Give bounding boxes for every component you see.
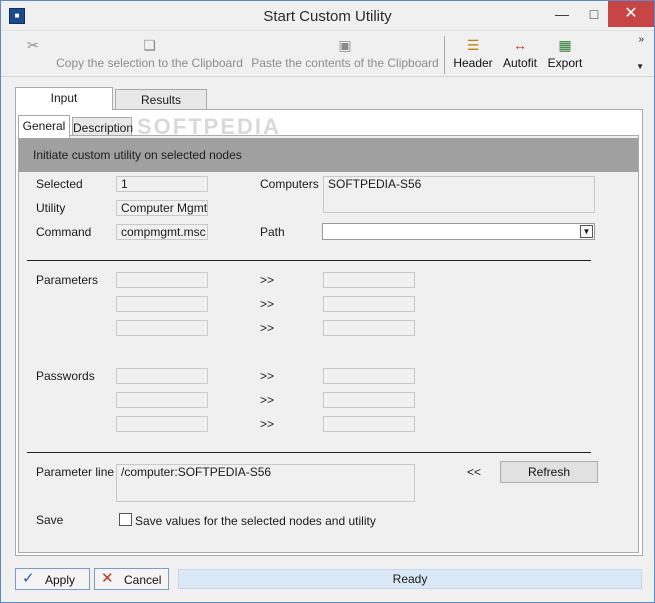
cancel-button[interactable]: ✕ Cancel — [94, 568, 169, 590]
tab-results[interactable]: Results — [115, 89, 207, 110]
close-button[interactable]: ✕ — [608, 1, 654, 27]
copy-icon: ❏ — [143, 37, 156, 53]
chevron-down-icon[interactable]: ▼ — [636, 62, 644, 71]
main-window: ■ Start Custom Utility — □ ✕ ✂ ❏ Copy th… — [0, 0, 655, 603]
paste-button[interactable]: ▣ Paste the contents of the Clipboard — [251, 35, 439, 75]
parameter-input-2[interactable] — [116, 296, 208, 312]
toolbar-separator — [444, 36, 445, 74]
cut-button[interactable]: ✂ — [19, 35, 47, 75]
copy-label: Copy the selection to the Clipboard — [56, 56, 243, 70]
parameter-value-1[interactable] — [323, 272, 415, 288]
autofit-button[interactable]: ↔ Autofit — [499, 35, 541, 75]
password-arrow-1: >> — [260, 369, 275, 383]
watermark-logo: SOFTPEDIA — [137, 114, 281, 139]
cancel-label: Cancel — [124, 573, 162, 587]
utility-label: Utility — [36, 201, 66, 215]
copy-button[interactable]: ❏ Copy the selection to the Clipboard — [56, 35, 243, 75]
parameter-line-field: /computer:SOFTPEDIA-S56 — [116, 464, 415, 502]
save-values-label[interactable]: Save values for the selected nodes and u… — [135, 514, 376, 528]
computers-label: Computers — [260, 177, 319, 191]
passwords-label: Passwords — [36, 369, 95, 383]
scissors-icon: ✂ — [27, 37, 39, 53]
toolbar-overflow-icon[interactable]: » — [638, 34, 644, 45]
parameter-value-3[interactable] — [323, 320, 415, 336]
save-values-checkbox[interactable] — [119, 513, 132, 526]
utility-field: Computer Mgmt — [116, 200, 208, 216]
password-value-3[interactable] — [323, 416, 415, 432]
command-label: Command — [36, 225, 92, 239]
password-arrow-2: >> — [260, 393, 275, 407]
minimize-button[interactable]: — — [546, 1, 578, 27]
path-combobox[interactable]: ▼ — [322, 223, 595, 240]
header-icon: ☰ — [466, 37, 480, 53]
dropdown-arrow-icon[interactable]: ▼ — [580, 225, 593, 238]
parameter-value-2[interactable] — [323, 296, 415, 312]
refresh-button[interactable]: Refresh — [500, 461, 598, 483]
computers-field: SOFTPEDIA-S56 — [323, 176, 595, 213]
checkmark-icon: ✓ — [22, 570, 35, 587]
password-value-2[interactable] — [323, 392, 415, 408]
status-bar: Ready — [178, 569, 642, 589]
apply-button[interactable]: ✓ Apply — [15, 568, 90, 590]
autofit-icon: ↔ — [513, 37, 527, 53]
command-field: compmgmt.msc — [116, 224, 208, 240]
tab-input[interactable]: Input — [15, 87, 113, 110]
header-label: Header — [453, 56, 493, 70]
divider — [27, 260, 591, 261]
parameter-arrow-2: >> — [260, 297, 275, 311]
path-label: Path — [260, 225, 285, 239]
export-icon: ▦ — [558, 37, 572, 53]
save-label: Save — [36, 513, 64, 527]
export-label: Export — [547, 56, 583, 70]
password-value-1[interactable] — [323, 368, 415, 384]
parameters-label: Parameters — [36, 273, 99, 287]
divider — [27, 452, 591, 453]
parameter-arrow-3: >> — [260, 321, 275, 335]
selected-label: Selected — [36, 177, 83, 191]
paste-label: Paste the contents of the Clipboard — [251, 56, 439, 70]
toolbar: ✂ ❏ Copy the selection to the Clipboard … — [1, 32, 654, 77]
header-button[interactable]: ☰ Header — [452, 35, 494, 75]
password-input-3[interactable] — [116, 416, 208, 432]
instruction-banner: Initiate custom utility on selected node… — [19, 138, 638, 172]
autofit-label: Autofit — [502, 56, 538, 70]
password-arrow-3: >> — [260, 417, 275, 431]
password-input-2[interactable] — [116, 392, 208, 408]
paste-icon: ▣ — [338, 37, 352, 53]
maximize-button[interactable]: □ — [578, 1, 610, 27]
parameter-arrow-1: >> — [260, 273, 275, 287]
parameter-input-3[interactable] — [116, 320, 208, 336]
title-bar: ■ Start Custom Utility — □ ✕ — [1, 1, 654, 31]
cross-icon: ✕ — [101, 570, 114, 587]
selected-field: 1 — [116, 176, 208, 192]
apply-label: Apply — [45, 573, 76, 587]
password-input-1[interactable] — [116, 368, 208, 384]
parameter-input-1[interactable] — [116, 272, 208, 288]
parameter-line-arrow: << — [467, 465, 482, 479]
export-button[interactable]: ▦ Export — [546, 35, 584, 75]
parameter-line-label: Parameter line — [36, 465, 115, 479]
tab-general[interactable]: General — [18, 115, 70, 138]
